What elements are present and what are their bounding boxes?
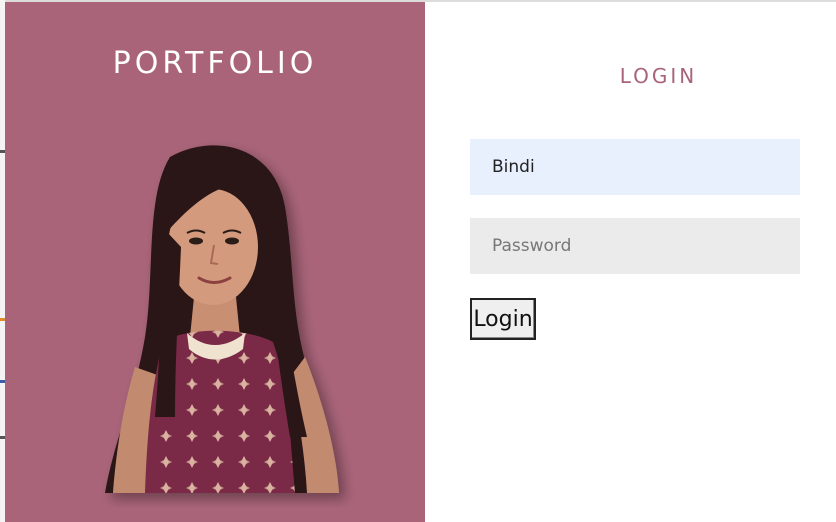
profile-photo [105,145,339,493]
login-panel: LOGIN Login [425,2,836,522]
password-input[interactable] [470,218,800,274]
login-button[interactable]: Login [470,298,536,340]
portfolio-panel: PORTFOLIO [5,2,425,522]
login-heading: LOGIN [619,64,698,88]
portfolio-title: PORTFOLIO [112,46,318,81]
username-input[interactable] [470,139,800,195]
